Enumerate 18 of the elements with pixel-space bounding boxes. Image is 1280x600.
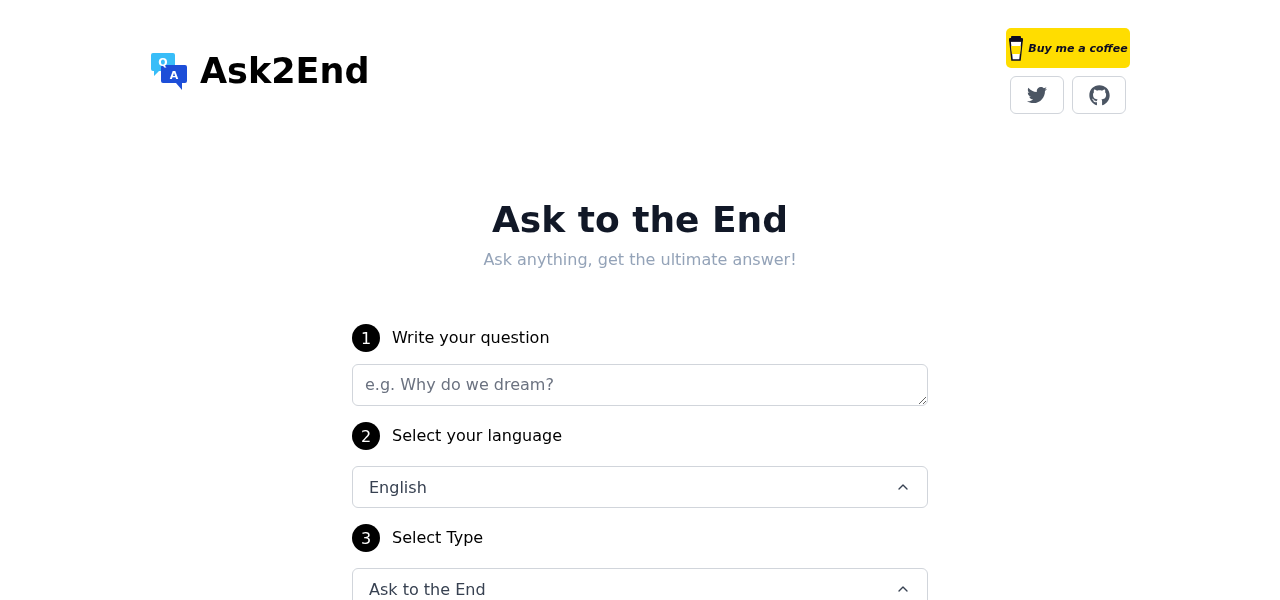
question-input[interactable]: e.g. Why do we dream? (352, 364, 928, 407)
step-label: Select Type (392, 527, 484, 550)
github-link-button[interactable] (1072, 76, 1126, 114)
step-label: Select your language (392, 425, 562, 448)
logo-text: Ask2End (200, 50, 370, 92)
page-subtitle: Ask anything, get the ultimate answer! (483, 249, 797, 272)
bird-icon (1027, 85, 1047, 105)
step-label: Write your question (392, 327, 550, 350)
step-number: 3 (352, 524, 380, 553)
page-title: Ask to the End (492, 198, 788, 242)
dropdown-select[interactable]: Ask to the End (352, 568, 928, 600)
step-number: 1 (352, 324, 380, 353)
step-number: 2 (352, 422, 380, 451)
dropdown-select[interactable]: English (352, 466, 928, 509)
twitter-link-button[interactable] (1010, 76, 1064, 114)
coffee-cup-icon (1008, 35, 1025, 61)
buy-coffee-button[interactable]: Buy me a coffee (1006, 28, 1130, 68)
github-icon (1088, 84, 1110, 106)
